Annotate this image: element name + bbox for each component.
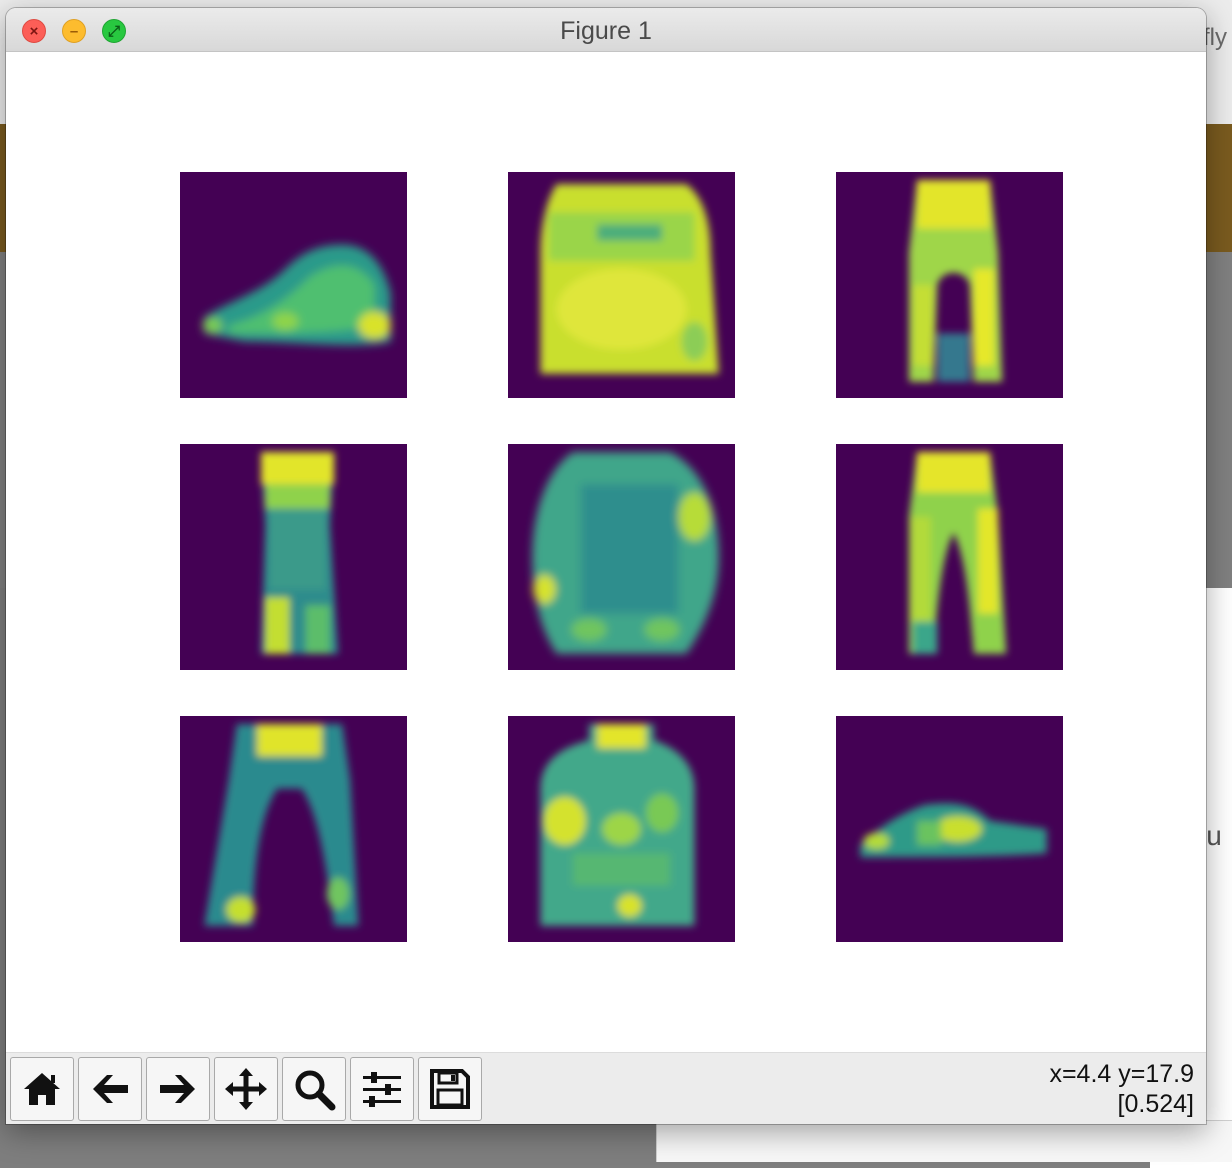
cursor-readout: x=4.4 y=17.9 [0.524] (1049, 1059, 1194, 1119)
image-panel-3 (836, 172, 1063, 398)
image-panel-2 (508, 172, 735, 398)
image-panel-9 (836, 716, 1063, 942)
image-panel-4 (180, 444, 407, 670)
floppy-icon (430, 1069, 470, 1109)
minimize-icon: – (69, 22, 79, 40)
arrow-right-icon (160, 1075, 195, 1103)
zoom-button[interactable] (282, 1057, 346, 1121)
move-icon (225, 1068, 267, 1110)
home-icon (24, 1073, 60, 1105)
cursor-position: x=4.4 y=17.9 (1049, 1060, 1194, 1088)
configure-subplots-button[interactable] (350, 1057, 414, 1121)
image-panel-1 (180, 172, 407, 398)
figure-canvas[interactable] (6, 52, 1206, 1052)
magnifier-icon (295, 1070, 336, 1111)
image-panel-7 (180, 716, 407, 942)
home-button[interactable] (10, 1057, 74, 1121)
close-button[interactable]: × (22, 19, 46, 43)
close-icon: × (29, 22, 39, 40)
forward-button[interactable] (146, 1057, 210, 1121)
fullscreen-button[interactable]: ⤢ (102, 19, 126, 43)
cursor-value: [0.524] (1117, 1090, 1194, 1118)
window-title: Figure 1 (560, 17, 652, 45)
sliders-icon (363, 1072, 401, 1107)
title-bar[interactable]: Figure 1 × – ⤢ (6, 8, 1206, 52)
fullscreen-icon: ⤢ (107, 22, 120, 40)
pan-button[interactable] (214, 1057, 278, 1121)
image-panel-5 (508, 444, 735, 670)
arrow-left-icon (93, 1075, 128, 1103)
background-text-top: fly (1203, 24, 1227, 51)
save-button[interactable] (418, 1057, 482, 1121)
figure-window: Figure 1 × – ⤢ x=4.4 y=17.9 [0.524] (6, 8, 1206, 1124)
navigation-toolbar: x=4.4 y=17.9 [0.524] (6, 1052, 1206, 1124)
minimize-button[interactable]: – (62, 19, 86, 43)
image-panel-8 (508, 716, 735, 942)
image-panel-6 (836, 444, 1063, 670)
back-button[interactable] (78, 1057, 142, 1121)
background-window-bottom (656, 1120, 1232, 1162)
